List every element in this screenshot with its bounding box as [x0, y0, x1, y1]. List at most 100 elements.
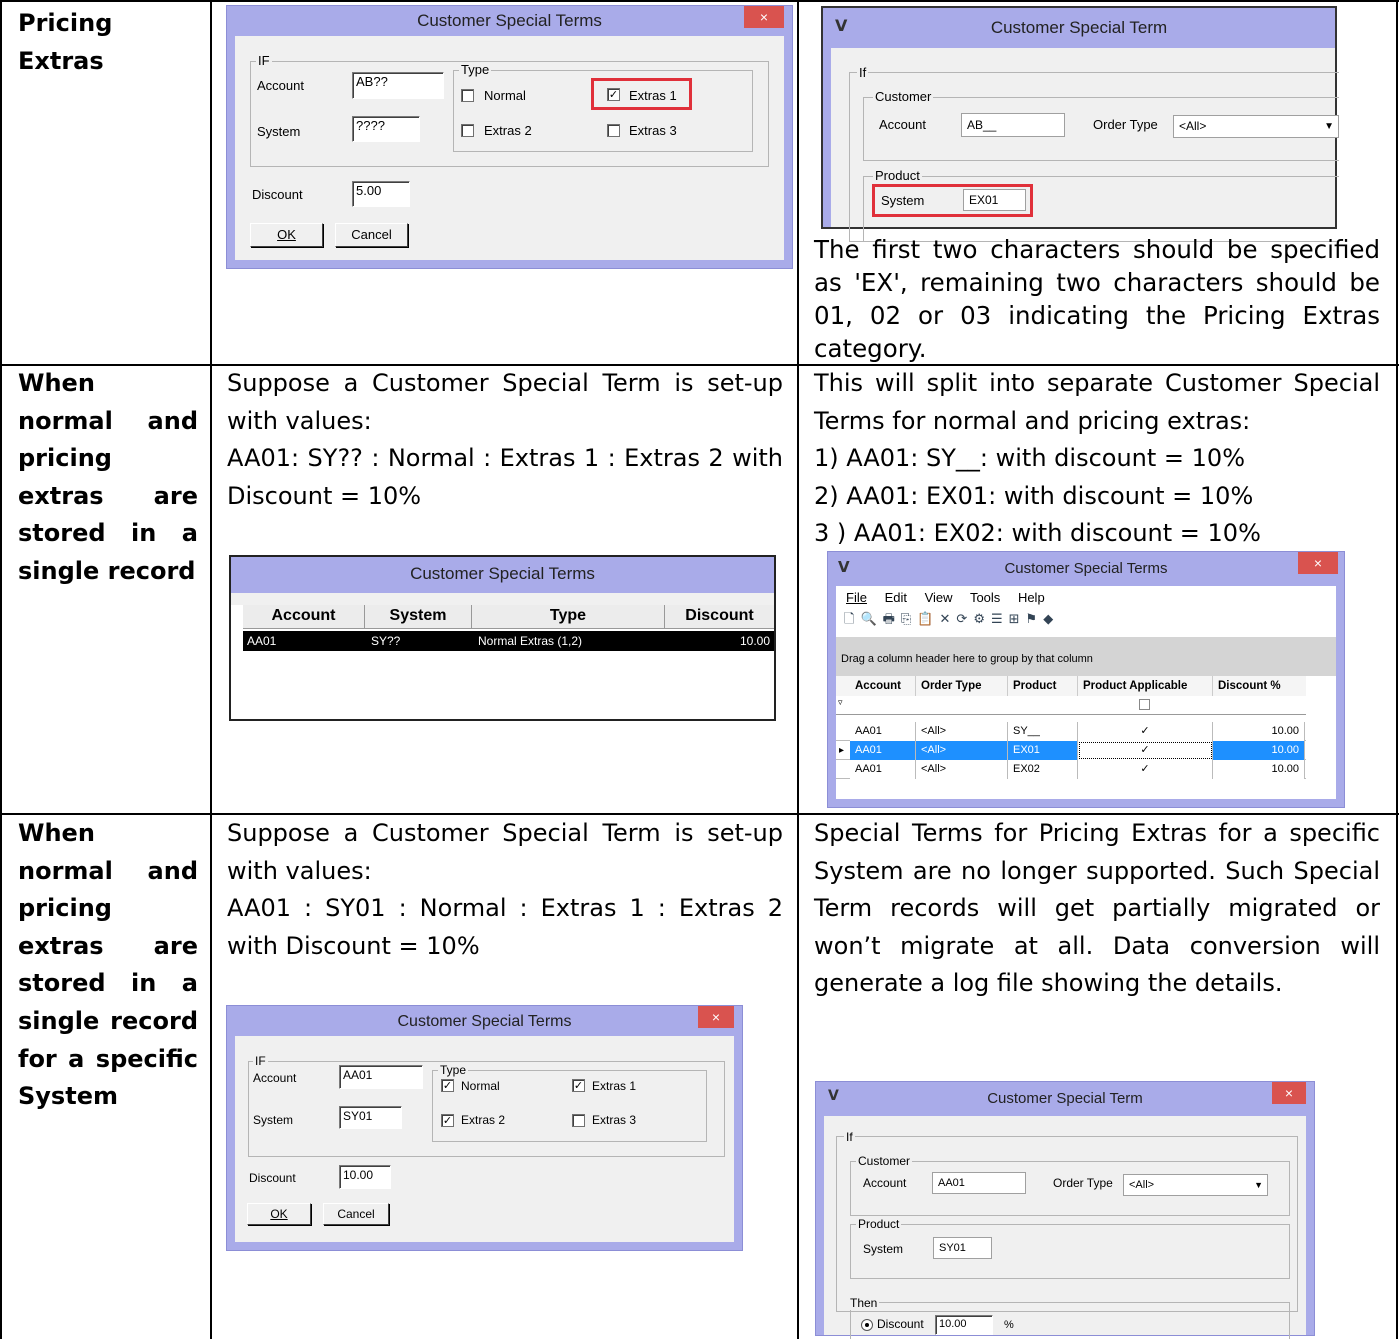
paste-icon[interactable]: 📋: [917, 612, 939, 627]
cell: AA01: [850, 741, 916, 760]
filter-row[interactable]: ▿: [836, 696, 1306, 715]
column-header[interactable]: Product Applicable: [1078, 676, 1213, 696]
ok-button[interactable]: OK: [247, 1203, 311, 1225]
row-heading: When normal and pricing extras are store…: [18, 819, 198, 1111]
discount-input[interactable]: 5.00: [352, 181, 410, 207]
table-row[interactable]: AA01 <All> EX02 ✓ 10.00: [836, 760, 1306, 779]
cell: ✓: [1078, 741, 1213, 760]
account-label: Account: [863, 1176, 907, 1190]
ok-label: OK: [277, 227, 296, 242]
percent-label: %: [1004, 1319, 1014, 1331]
normal-checkbox[interactable]: ✓: [441, 1079, 454, 1092]
column-header[interactable]: Product: [1008, 676, 1078, 696]
if-group-label: IF: [253, 1054, 268, 1068]
row-middle-text: Suppose a Customer Special Term is set-u…: [227, 365, 783, 515]
extras1-checkbox[interactable]: ✓: [572, 1079, 585, 1092]
menu-edit[interactable]: Edit: [885, 590, 907, 605]
ok-button[interactable]: OK: [250, 223, 323, 247]
order-type-value: <All>: [1179, 119, 1207, 133]
dialog-title: Customer Special Terms: [417, 11, 602, 30]
column-header[interactable]: Type: [472, 605, 665, 629]
delete-icon[interactable]: ✕: [940, 612, 957, 627]
toolbar: 🗋🔍🖶⎘📋✕⟳⚙☰⊞⚑◆: [844, 610, 1059, 632]
menu-tools[interactable]: Tools: [970, 590, 1000, 605]
account-input[interactable]: AA01: [932, 1172, 1026, 1194]
customer-special-terms-grid-window: Customer Special Terms Account System Ty…: [229, 555, 776, 721]
column-header[interactable]: Account: [850, 676, 916, 696]
copy-icon[interactable]: ⎘: [901, 612, 917, 627]
close-button[interactable]: ×: [1272, 1082, 1306, 1104]
close-button[interactable]: ×: [1298, 552, 1338, 574]
account-input[interactable]: AA01: [339, 1065, 423, 1089]
close-button[interactable]: ×: [744, 6, 784, 28]
chevron-down-icon: ▼: [1254, 1180, 1263, 1190]
dialog-title: Customer Special Term: [990, 18, 1168, 37]
text-line: Suppose a Customer Special Term is set-u…: [227, 819, 783, 885]
export-icon[interactable]: ⊞: [1009, 612, 1026, 627]
order-type-select[interactable]: <All> ▼: [1173, 115, 1339, 138]
cancel-button[interactable]: Cancel: [323, 1203, 389, 1225]
order-type-value: <All>: [1129, 1179, 1155, 1191]
grid-header: Account Order Type Product Product Appli…: [836, 676, 1306, 696]
system-input[interactable]: ????: [352, 116, 420, 142]
order-type-label: Order Type: [1053, 1176, 1113, 1190]
extras2-label: Extras 2: [484, 123, 532, 138]
cell: <All>: [916, 722, 1008, 741]
refresh-icon[interactable]: ⟳: [956, 612, 973, 627]
order-type-label: Order Type: [1093, 117, 1158, 132]
cell: AA01: [850, 722, 916, 741]
chevron-down-icon: ▼: [1324, 121, 1334, 132]
cell: SY__: [1008, 722, 1078, 741]
discount-input[interactable]: 10.00: [339, 1165, 391, 1189]
table-row[interactable]: AA01 SY?? Normal Extras (1,2) 10.00: [243, 631, 774, 651]
system-input[interactable]: EX01: [963, 189, 1026, 211]
extras3-label: Extras 3: [592, 1113, 637, 1127]
text-line: AA01 : SY01 : Normal : Extras 1 : Extras…: [227, 894, 783, 960]
extras1-label: Extras 1: [629, 88, 677, 103]
cancel-button[interactable]: Cancel: [335, 223, 408, 247]
help-icon[interactable]: ◆: [1043, 612, 1059, 627]
column-header[interactable]: System: [365, 605, 472, 629]
customer-special-terms-dialog: Customer Special Terms × IF Account AB??…: [226, 5, 793, 269]
properties-icon[interactable]: ⚑: [1026, 612, 1044, 627]
extras2-checkbox[interactable]: ✓: [441, 1114, 454, 1127]
account-input[interactable]: AB__: [961, 113, 1065, 137]
print-icon[interactable]: 🖶: [883, 612, 901, 627]
filter-icon[interactable]: ⚙: [973, 612, 991, 627]
window-title: Customer Special Terms: [1004, 560, 1168, 577]
account-label: Account: [879, 117, 926, 132]
customer-special-term-dialog: V Customer Special Term × If Customer Ac…: [815, 1081, 1315, 1339]
normal-checkbox[interactable]: [461, 89, 474, 102]
order-type-select[interactable]: <All> ▼: [1123, 1174, 1268, 1196]
preview-icon[interactable]: 🔍: [860, 612, 882, 627]
table-row[interactable]: ▸ AA01 <All> EX01 ✓ 10.00: [836, 741, 1306, 760]
extras2-checkbox[interactable]: [461, 124, 474, 137]
table-row[interactable]: AA01 <All> SY__ ✓ 10.00: [836, 722, 1306, 741]
column-header[interactable]: Discount: [665, 605, 774, 629]
close-button[interactable]: ×: [698, 1006, 734, 1028]
column-header[interactable]: Account: [243, 605, 365, 629]
menu-view[interactable]: View: [925, 590, 953, 605]
table-border-right: [1396, 0, 1398, 1339]
normal-label: Normal: [461, 1079, 500, 1093]
extras3-checkbox[interactable]: [572, 1114, 585, 1127]
columns-icon[interactable]: ☰: [991, 612, 1009, 627]
menu-bar: File Edit View Tools Help: [846, 590, 1045, 605]
system-input[interactable]: SY01: [933, 1237, 992, 1259]
discount-radio[interactable]: [861, 1319, 873, 1331]
column-header[interactable]: Order Type: [916, 676, 1008, 696]
customer-group-label: Customer: [856, 1154, 913, 1168]
text-line: AA01: SY?? : Normal : Extras 1 : Extras …: [227, 444, 783, 510]
new-icon[interactable]: 🗋: [844, 612, 860, 627]
filter-icon: ▿: [838, 698, 843, 708]
extras1-checkbox[interactable]: ✓: [607, 88, 620, 101]
menu-help[interactable]: Help: [1018, 590, 1045, 605]
menu-file[interactable]: File: [846, 590, 867, 605]
filter-checkbox[interactable]: [1139, 699, 1150, 710]
cell: EX02: [1008, 760, 1078, 779]
column-header[interactable]: Discount %: [1213, 676, 1305, 696]
system-input[interactable]: SY01: [339, 1106, 402, 1129]
discount-input[interactable]: 10.00: [935, 1315, 993, 1335]
extras3-checkbox[interactable]: [607, 124, 620, 137]
account-input[interactable]: AB??: [352, 72, 444, 99]
